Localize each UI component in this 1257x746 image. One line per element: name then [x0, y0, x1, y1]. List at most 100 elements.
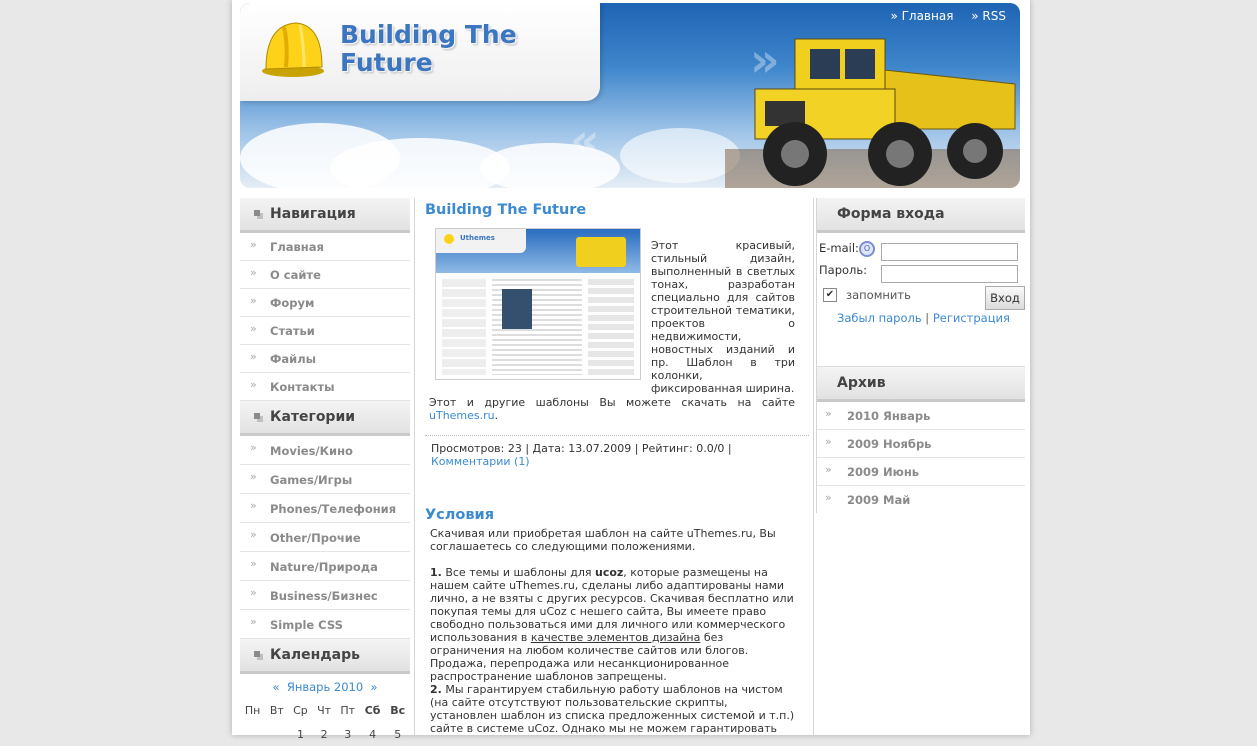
calendar-month-nav: « Январь 2010 » [240, 680, 410, 694]
calendar-day: 5 [394, 727, 402, 741]
bullet-square-icon [254, 210, 260, 216]
calendar-day: 2 [320, 727, 328, 741]
double-arrow-icon: » [250, 615, 257, 628]
top-link-rss[interactable]: » RSS [971, 9, 1006, 23]
top-link-rss-label[interactable]: RSS [982, 9, 1006, 23]
archive-item[interactable]: » 2009 Июнь [817, 458, 1025, 486]
bullet-square-icon [254, 651, 260, 657]
terms-p2: Мы гарантируем стабильную работу шаблоно… [430, 683, 795, 735]
download-note-suffix: . [494, 409, 499, 422]
category-label: Games/Игры [270, 473, 353, 487]
login-links-separator: | [925, 311, 930, 325]
password-label: Пароль: [819, 263, 868, 277]
login-submit-button[interactable]: Вход [985, 286, 1025, 310]
calendar-prev-link[interactable]: « [272, 680, 279, 694]
forgot-password-link[interactable]: Забыл пароль [837, 311, 922, 325]
nav-item-contacts[interactable]: » Контакты [240, 373, 410, 401]
password-input[interactable] [881, 265, 1018, 283]
nav-item-files[interactable]: » Файлы [240, 345, 410, 373]
post-meta-text: Просмотров: 23 | Дата: 13.07.2009 | Рейт… [431, 442, 732, 455]
archive-label: 2010 Январь [847, 409, 931, 423]
hard-hat-icon [262, 22, 324, 77]
double-arrow-icon: » [250, 322, 257, 335]
top-links: » Главная » RSS [876, 9, 1006, 23]
weekday-header: Чт [317, 703, 332, 717]
login-title: Форма входа [837, 206, 945, 222]
archive-item[interactable]: » 2009 Май [817, 486, 1025, 513]
nav-item-home[interactable]: » Главная [240, 233, 410, 261]
openid-icon[interactable]: O [859, 241, 875, 257]
archive-item[interactable]: » 2009 Ноябрь [817, 430, 1025, 458]
category-label: Simple CSS [270, 618, 343, 632]
category-label: Other/Прочие [270, 531, 361, 545]
weekday-header: Ср [293, 703, 308, 717]
weekday-header: Вт [269, 703, 284, 717]
double-arrow-icon: » [825, 463, 832, 476]
nav-item-label: Статьи [270, 324, 315, 338]
calendar-next-link[interactable]: » [370, 680, 377, 694]
category-item[interactable]: » Simple CSS [240, 610, 410, 639]
double-arrow-icon: » [250, 350, 257, 363]
weekday-header: Пн [244, 703, 261, 717]
register-link[interactable]: Регистрация [933, 311, 1010, 325]
nav-item-about[interactable]: » О сайте [240, 261, 410, 289]
category-label: Phones/Телефония [270, 502, 397, 516]
email-input[interactable] [881, 243, 1018, 261]
category-item[interactable]: » Phones/Телефония [240, 494, 410, 523]
archive-block-header: Архив [817, 366, 1025, 402]
top-link-home-label[interactable]: Главная [902, 9, 954, 23]
post-title[interactable]: Building The Future [425, 202, 586, 218]
weekday-header: Пт [340, 703, 356, 717]
double-arrow-icon: » [250, 499, 257, 512]
double-arrow-icon: » [250, 528, 257, 541]
category-item[interactable]: » Business/Бизнес [240, 581, 410, 610]
archive-label: 2009 Май [847, 493, 911, 507]
right-sidebar: Форма входа E-mail: O Пароль: ✔ запомнит… [816, 198, 1025, 513]
nav-item-label: Форум [270, 296, 315, 310]
archive-label: 2009 Июнь [847, 465, 920, 479]
top-link-home[interactable]: » Главная [890, 9, 953, 23]
post-meta: Просмотров: 23 | Дата: 13.07.2009 | Рейт… [425, 435, 809, 474]
uthemes-link[interactable]: uThemes.ru [429, 409, 495, 422]
main-content: Building The Future Uthemes Этот красивы… [414, 198, 814, 735]
archive-title: Архив [837, 375, 886, 391]
double-arrow-icon: » [250, 470, 257, 483]
terms-p1-number: 1. [430, 566, 442, 579]
logo-panel: Building The Future [240, 3, 600, 101]
terms-p1-a: Все темы и шаблоны для [441, 566, 595, 579]
terms-title: Условия [425, 507, 495, 523]
double-arrow-icon: » [825, 435, 832, 448]
category-label: Movies/Кино [270, 444, 353, 458]
category-item[interactable]: » Movies/Кино [240, 436, 410, 465]
navigation-block-header: Навигация [240, 198, 410, 233]
calendar-day: 4 [369, 727, 377, 741]
double-arrow-icon: » [250, 378, 257, 391]
header-banner: » « Building The Future » Главная » RSS [240, 3, 1020, 188]
archive-label: 2009 Ноябрь [847, 437, 932, 451]
bullet-square-icon [254, 413, 260, 419]
category-item[interactable]: » Other/Прочие [240, 523, 410, 552]
calendar-month-link[interactable]: Январь 2010 [287, 680, 363, 694]
page-container: » « Building The Future » Главная » RSS … [232, 0, 1030, 741]
template-preview-image[interactable]: Uthemes [435, 228, 641, 380]
category-item[interactable]: » Nature/Природа [240, 552, 410, 581]
site-title[interactable]: Building The Future [340, 21, 560, 77]
dump-truck-image [725, 38, 1020, 188]
navigation-title: Навигация [270, 206, 356, 222]
weekday-header: Вс [390, 703, 406, 717]
calendar-block-header: Календарь [240, 639, 410, 674]
post-download-note: Этот и другие шаблоны Вы можете скачать … [429, 396, 795, 422]
double-arrow-icon: » [825, 491, 832, 504]
category-item[interactable]: » Games/Игры [240, 465, 410, 494]
remember-checkbox[interactable]: ✔ [823, 288, 837, 302]
double-arrow-icon: » [250, 557, 257, 570]
categories-block-header: Категории [240, 401, 410, 436]
email-label: E-mail: [819, 241, 859, 255]
nav-item-label: Файлы [270, 352, 317, 366]
archive-item[interactable]: » 2010 Январь [817, 402, 1025, 430]
comments-link[interactable]: Комментарии (1) [431, 455, 530, 468]
nav-item-forum[interactable]: » Форум [240, 289, 410, 317]
nav-item-label: Контакты [270, 380, 335, 394]
double-arrow-icon: » [250, 266, 257, 279]
nav-item-articles[interactable]: » Статьи [240, 317, 410, 345]
